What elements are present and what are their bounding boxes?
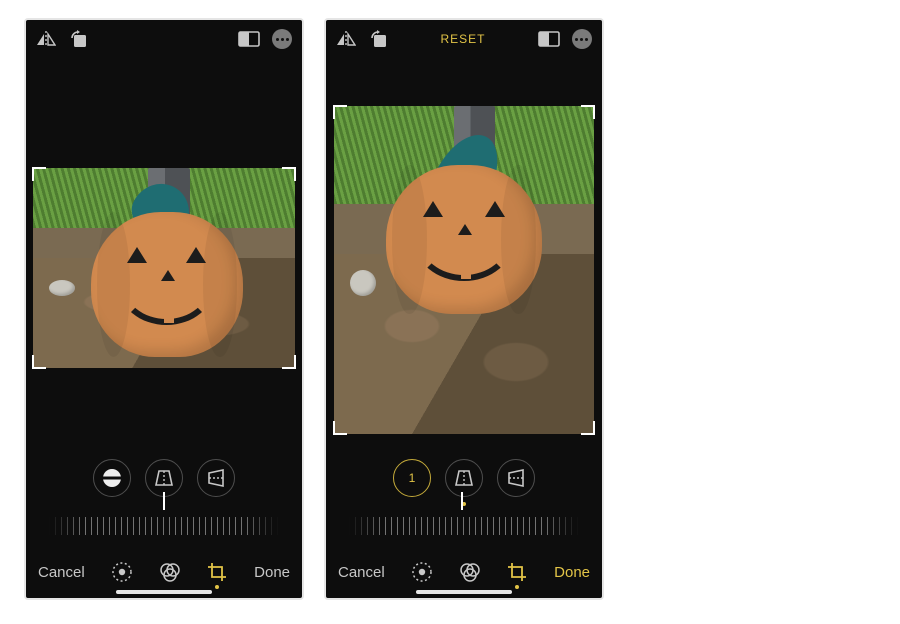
photo-editor-screen-before: Cancel Done — [24, 18, 304, 600]
perspective-vertical-button[interactable] — [445, 459, 483, 497]
filters-tool-icon[interactable] — [159, 561, 181, 583]
perspective-horizontal-button[interactable] — [197, 459, 235, 497]
home-indicator[interactable] — [416, 590, 512, 594]
perspective-horizontal-icon — [208, 469, 224, 487]
rotate-icon[interactable] — [68, 30, 88, 48]
home-indicator[interactable] — [116, 590, 212, 594]
crop-tool-icon[interactable] — [207, 562, 227, 582]
perspective-vertical-icon — [455, 470, 473, 486]
crop-frame[interactable] — [33, 168, 295, 368]
aspect-ratio-icon[interactable] — [238, 31, 260, 47]
crop-adjust-modes: 1 — [326, 450, 602, 506]
more-icon[interactable] — [272, 29, 292, 49]
filters-tool-icon[interactable] — [459, 561, 481, 583]
adjust-tool-icon[interactable] — [411, 561, 433, 583]
photo-editor-screen-after: RESET — [324, 18, 604, 600]
done-button[interactable]: Done — [554, 564, 590, 581]
adjust-dial[interactable] — [26, 506, 302, 546]
top-toolbar: RESET — [326, 20, 602, 58]
crop-canvas[interactable] — [326, 58, 602, 450]
cancel-button[interactable]: Cancel — [338, 564, 385, 581]
perspective-horizontal-icon — [508, 469, 524, 487]
flip-horizontal-icon[interactable] — [36, 31, 56, 47]
done-button[interactable]: Done — [254, 564, 290, 581]
rotate-icon[interactable] — [368, 30, 388, 48]
adjust-tool-icon[interactable] — [111, 561, 133, 583]
reset-button[interactable]: RESET — [440, 32, 485, 46]
straighten-button[interactable]: 1 — [393, 459, 431, 497]
perspective-horizontal-button[interactable] — [497, 459, 535, 497]
top-toolbar — [26, 20, 302, 58]
adjust-dial[interactable] — [326, 506, 602, 546]
crop-canvas[interactable] — [26, 58, 302, 450]
crop-frame[interactable] — [334, 106, 594, 434]
aspect-ratio-icon[interactable] — [538, 31, 560, 47]
perspective-vertical-icon — [155, 470, 173, 486]
flip-horizontal-icon[interactable] — [336, 31, 356, 47]
straighten-button[interactable] — [93, 459, 131, 497]
cancel-button[interactable]: Cancel — [38, 564, 85, 581]
photo-preview — [334, 106, 594, 434]
more-icon[interactable] — [572, 29, 592, 49]
crop-tool-icon[interactable] — [507, 562, 527, 582]
photo-preview — [33, 168, 295, 368]
straighten-icon — [103, 469, 121, 487]
straighten-value: 1 — [409, 471, 416, 485]
